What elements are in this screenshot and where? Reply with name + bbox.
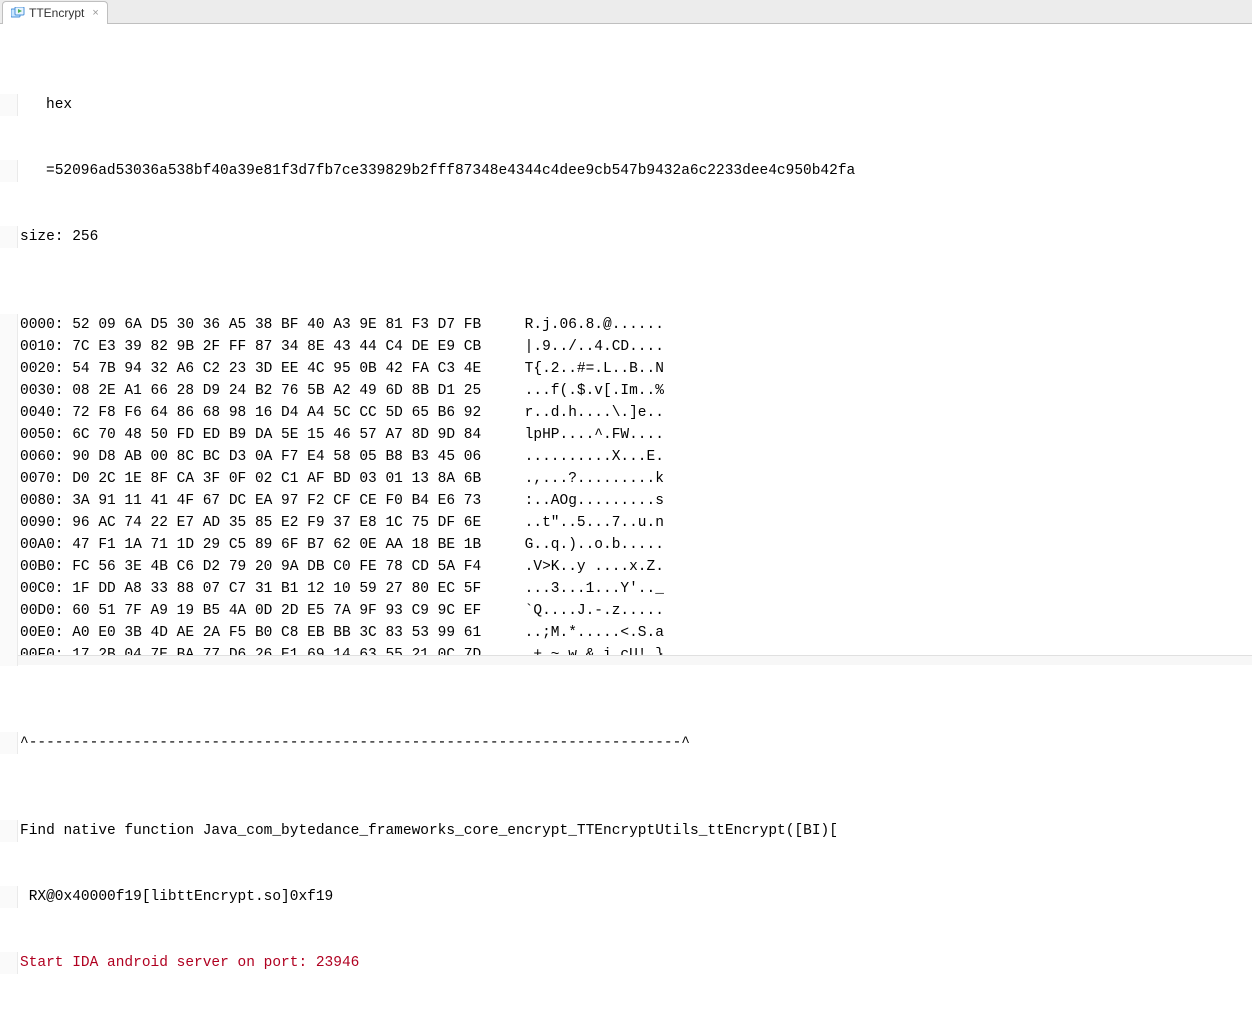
hex-label: hex xyxy=(18,94,72,116)
hex-value: =52096ad53036a538bf40a39e81f3d7fb7ce3398… xyxy=(18,160,855,182)
hex-dump-row: 0080: 3A 91 11 41 4F 67 DC EA 97 F2 CF C… xyxy=(18,490,664,512)
hex-dump-row: 0070: D0 2C 1E 8F CA 3F 0F 02 C1 AF BD 0… xyxy=(18,468,664,490)
hex-dump-row: 00E0: A0 E0 3B 4D AE 2A F5 B0 C8 EB BB 3… xyxy=(18,622,664,644)
close-icon[interactable]: × xyxy=(92,7,98,19)
hex-dump-row: 0030: 08 2E A1 66 28 D9 24 B2 76 5B A2 4… xyxy=(18,380,664,402)
find-native-line: Find native function Java_com_bytedance_… xyxy=(18,820,838,842)
hex-dump-row: 0050: 6C 70 48 50 FD ED B9 DA 5E 15 46 5… xyxy=(18,424,664,446)
bottom-separator xyxy=(18,655,1252,665)
hex-dump-row: 00D0: 60 51 7F A9 19 B5 4A 0D 2D E5 7A 9… xyxy=(18,600,664,622)
rx-line: RX@0x40000f19[libttEncrypt.so]0xf19 xyxy=(18,886,333,908)
ida-line: Start IDA android server on port: 23946 xyxy=(18,952,359,974)
hex-dump-row: 00A0: 47 F1 1A 71 1D 29 C5 89 6F B7 62 0… xyxy=(18,534,664,556)
console-output: hex =52096ad53036a538bf40a39e81f3d7fb7ce… xyxy=(0,24,1252,1018)
hex-dump-row: 00B0: FC 56 3E 4B C6 D2 79 20 9A DB C0 F… xyxy=(18,556,664,578)
size-line: size: 256 xyxy=(18,226,98,248)
hex-dump-row: 00C0: 1F DD A8 33 88 07 C7 31 B1 12 10 5… xyxy=(18,578,664,600)
tab-ttencrypt[interactable]: TTEncrypt × xyxy=(2,1,108,24)
hex-dump-row: 0090: 96 AC 74 22 E7 AD 35 85 E2 F9 37 E… xyxy=(18,512,664,534)
hex-dump-row: 0000: 52 09 6A D5 30 36 A5 38 BF 40 A3 9… xyxy=(18,314,664,336)
tab-bar: TTEncrypt × xyxy=(0,0,1252,24)
hex-dump-row: 0060: 90 D8 AB 00 8C BC D3 0A F7 E4 58 0… xyxy=(18,446,664,468)
hex-dump-row: 0020: 54 7B 94 32 A6 C2 23 3D EE 4C 95 0… xyxy=(18,358,664,380)
hex-dump-row: 0040: 72 F8 F6 64 86 68 98 16 D4 A4 5C C… xyxy=(18,402,664,424)
tab-label: TTEncrypt xyxy=(29,6,84,20)
hex-dump-row: 0010: 7C E3 39 82 9B 2F FF 87 34 8E 43 4… xyxy=(18,336,664,358)
hex-separator: ^---------------------------------------… xyxy=(18,732,690,754)
run-config-icon xyxy=(11,7,25,19)
